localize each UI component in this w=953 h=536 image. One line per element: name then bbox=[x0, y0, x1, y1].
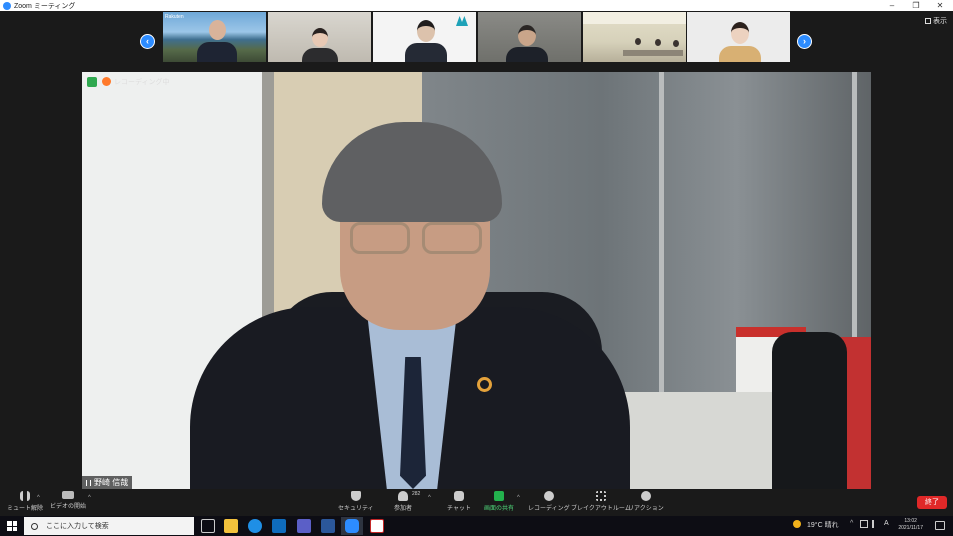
participant-thumbnail[interactable] bbox=[478, 12, 581, 62]
taskbar-clock[interactable]: 13:02 2021/11/17 bbox=[898, 518, 923, 532]
participant-head bbox=[417, 20, 435, 42]
clock-date: 2021/11/17 bbox=[898, 525, 923, 531]
speaker-name: 野崎 信哉 bbox=[94, 478, 129, 487]
weather-sun-icon bbox=[793, 520, 801, 528]
gallery-next-button[interactable]: › bbox=[797, 34, 812, 49]
meeting-toolbar: ミュート解除 ^ ビデオの開始 ^ セキュリティ 参加者 282 ^ チャット … bbox=[0, 489, 953, 516]
chat-icon bbox=[453, 491, 464, 501]
search-placeholder: ここに入力して検索 bbox=[46, 523, 109, 530]
chat-button[interactable]: チャット bbox=[447, 491, 471, 512]
participant-body bbox=[405, 43, 447, 62]
start-video-button[interactable]: ビデオの開始 bbox=[50, 491, 86, 510]
breakout-rooms-icon bbox=[595, 491, 606, 501]
participant-head bbox=[209, 20, 226, 40]
taskbar-search-box[interactable]: ここに入力して検索 bbox=[24, 517, 194, 535]
share-screen-button[interactable]: 画面の共有 bbox=[484, 491, 514, 512]
desk bbox=[623, 50, 683, 56]
grid-icon bbox=[925, 18, 931, 24]
participant-body bbox=[302, 48, 338, 62]
restore-button[interactable]: ❐ bbox=[905, 0, 927, 11]
tray-overflow-icon[interactable]: ^ bbox=[850, 520, 853, 527]
edge-icon[interactable] bbox=[248, 519, 262, 533]
participant-head bbox=[312, 28, 328, 47]
participant-body bbox=[197, 42, 237, 62]
participants-icon bbox=[398, 491, 408, 501]
view-button[interactable]: 表示 bbox=[925, 16, 947, 26]
zoom-icon bbox=[3, 1, 11, 10]
participant-body bbox=[506, 47, 548, 62]
audio-options-caret[interactable]: ^ bbox=[37, 495, 40, 501]
participant-body bbox=[719, 46, 761, 62]
participant-head bbox=[673, 40, 679, 47]
participant-thumbnail[interactable] bbox=[268, 12, 371, 62]
windows-start-icon[interactable] bbox=[7, 521, 17, 531]
record-icon bbox=[543, 491, 554, 501]
participant-thumbnail[interactable] bbox=[583, 12, 686, 62]
security-button[interactable]: セキュリティ bbox=[338, 491, 374, 512]
volume-icon[interactable] bbox=[872, 520, 880, 528]
video-off-icon bbox=[62, 491, 74, 499]
teams-icon[interactable] bbox=[297, 519, 311, 533]
outlook-icon[interactable] bbox=[321, 519, 335, 533]
window-title: Zoom ミーティング bbox=[14, 2, 76, 10]
network-icon[interactable] bbox=[860, 520, 868, 528]
gallery-prev-button[interactable]: ‹ bbox=[140, 34, 155, 49]
weather-text[interactable]: 19°C 晴れ bbox=[807, 520, 839, 530]
windows-taskbar: ここに入力して検索 19°C 晴れ ^ A 13:02 2021/11/17 bbox=[0, 516, 953, 536]
window-titlebar: Zoom ミーティング – ❐ ✕ bbox=[0, 0, 953, 11]
participant-head bbox=[731, 22, 749, 44]
office-chair bbox=[772, 332, 847, 489]
view-label: 表示 bbox=[933, 18, 947, 25]
share-options-caret[interactable]: ^ bbox=[517, 495, 520, 501]
ceiling-lights bbox=[583, 12, 686, 24]
participant-head bbox=[655, 39, 661, 46]
end-meeting-button[interactable]: 終了 bbox=[917, 496, 947, 509]
participant-thumbnail[interactable] bbox=[687, 12, 790, 62]
notification-icon[interactable] bbox=[935, 521, 945, 530]
recording-label: レコーディング中 bbox=[114, 79, 170, 86]
shield-icon[interactable] bbox=[87, 77, 97, 87]
close-button[interactable]: ✕ bbox=[929, 0, 951, 11]
video-options-caret[interactable]: ^ bbox=[88, 495, 91, 501]
minimize-button[interactable]: – bbox=[881, 0, 903, 11]
participants-options-caret[interactable]: ^ bbox=[428, 495, 431, 501]
participant-thumbnail[interactable]: Rakuten bbox=[163, 12, 266, 62]
active-speaker-video[interactable]: レコーディング中 野崎 信哉 bbox=[82, 72, 871, 489]
recording-icon bbox=[102, 77, 111, 86]
zoom-taskbar-icon[interactable] bbox=[345, 519, 359, 533]
task-view-icon[interactable] bbox=[201, 519, 215, 533]
microphone-muted-icon bbox=[20, 491, 30, 501]
speaker-name-tag: 野崎 信哉 bbox=[82, 476, 133, 489]
glasses-right bbox=[422, 222, 482, 254]
shield-icon bbox=[350, 491, 361, 501]
search-icon bbox=[31, 522, 38, 530]
clock-time: 13:02 bbox=[904, 518, 917, 524]
breakout-rooms-button[interactable]: ブレイクアウトルーム bbox=[571, 491, 631, 512]
glasses-left bbox=[350, 222, 410, 254]
ime-indicator[interactable]: A bbox=[884, 520, 889, 527]
mail-icon[interactable] bbox=[272, 519, 286, 533]
participant-head bbox=[518, 25, 536, 46]
file-explorer-icon[interactable] bbox=[224, 519, 238, 533]
pdf-app-icon[interactable] bbox=[370, 519, 384, 533]
participants-button[interactable]: 参加者 bbox=[394, 491, 412, 512]
audio-bars-icon bbox=[86, 479, 91, 486]
participant-head bbox=[635, 38, 641, 45]
participants-count: 282 bbox=[412, 491, 421, 497]
meeting-stage: 表示 ‹ › Rakuten レコーディング中 野崎 信哉 bbox=[0, 11, 953, 489]
logo-icon bbox=[456, 16, 468, 26]
reactions-button[interactable]: リアクション bbox=[628, 491, 664, 512]
share-screen-icon bbox=[494, 491, 504, 501]
sdgs-badge-icon bbox=[477, 377, 492, 392]
participant-thumbnail[interactable] bbox=[373, 12, 476, 62]
smiley-icon bbox=[640, 491, 651, 501]
thumbnail-label: Rakuten bbox=[165, 14, 184, 20]
record-button[interactable]: レコーディング bbox=[528, 491, 570, 512]
